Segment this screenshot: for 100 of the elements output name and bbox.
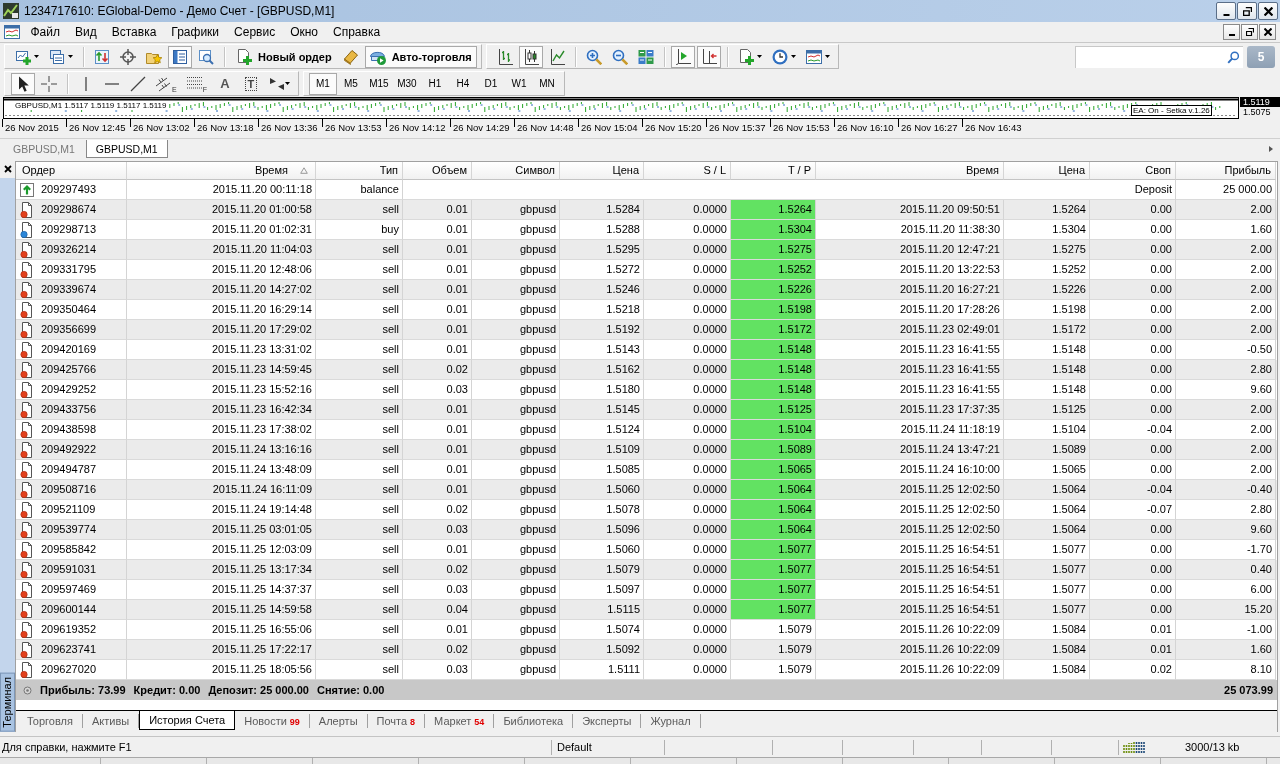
axis-play-icon [674, 48, 691, 65]
menu-item[interactable]: Вставка [104, 24, 164, 40]
menu-item[interactable]: Графики [163, 24, 227, 40]
tab[interactable]: Маркет 54 [425, 714, 495, 728]
column-header[interactable]: Время [127, 162, 316, 180]
table-cell: 1.5226 [731, 280, 816, 300]
diagonal-line-icon [130, 75, 146, 92]
panel-label[interactable]: Терминал [0, 673, 15, 732]
timeframe-button[interactable]: W1 [504, 72, 533, 95]
tab[interactable]: Алерты [309, 714, 368, 728]
table-cell-text: 209339674 [41, 282, 97, 297]
toolbar-button[interactable] [518, 45, 543, 68]
column-header[interactable]: Прибыль [1176, 162, 1276, 180]
table-row[interactable]: 209298674 2015.11.20 01:00:58 sell 0.01 gbpusd 1.5284 0.0000 1.5264 2015.11.20 09:50:51 1.5264 0.00 2.00 [16, 200, 1277, 220]
hatched-lines-icon [156, 75, 172, 92]
table-cell-text: 209600144 [41, 602, 97, 617]
tool-button[interactable]: A [212, 72, 237, 95]
caret-icon [68, 55, 73, 58]
timeframe-button[interactable]: M30 [392, 72, 421, 95]
table-row[interactable]: 209326214 2015.11.20 11:04:03 sell 0.01 gbpusd 1.5295 0.0000 1.5275 2015.11.20 12:47:21 1.5275 0.00 2.00 [16, 240, 1277, 260]
timeframe-button[interactable]: H4 [448, 72, 477, 95]
restore-button[interactable] [1241, 24, 1258, 40]
column-header[interactable]: Цена [560, 162, 644, 180]
column-header[interactable]: Своп [1090, 162, 1176, 180]
table-row[interactable]: 209425766 2015.11.23 14:59:45 sell 0.02 gbpusd 1.5162 0.0000 1.5148 2015.11.23 16:41:55 1.5148 0.00 2.80 [16, 360, 1277, 380]
signal-bars-icon [1123, 741, 1147, 753]
menu-item[interactable]: Вид [67, 24, 105, 40]
tab[interactable]: Торговля [18, 714, 83, 728]
restore-icon [1245, 28, 1254, 36]
tool-button[interactable]: T [238, 72, 263, 95]
menu-item[interactable]: Файл [23, 24, 68, 40]
table-row[interactable]: 209623741 2015.11.25 17:22:17 sell 0.02 gbpusd 1.5092 0.0000 1.5079 2015.11.26 10:22:09 1.5084 0.01 1.60 [16, 640, 1277, 660]
table-cell-text: 209591031 [41, 562, 97, 577]
close-button[interactable] [1259, 24, 1276, 40]
chart-window-icon[interactable] [4, 24, 20, 40]
table-cell: 1.5304 [731, 220, 816, 240]
search-field[interactable] [1075, 45, 1243, 68]
tab[interactable]: Эксперты [573, 714, 642, 728]
toolbar-button[interactable] [696, 45, 721, 68]
window-title: 1234717610: EGlobal-Demo - Демо Счет - [GBPUSD,M1] [24, 4, 336, 18]
menu-item[interactable]: Сервис [226, 24, 283, 40]
table-cell: 1.5077 [731, 560, 816, 580]
table-cell: 1.5089 [731, 440, 816, 460]
close-icon[interactable] [4, 165, 12, 173]
tab[interactable]: Почта 8 [367, 714, 426, 728]
timeframe-button[interactable]: M5 [336, 72, 365, 95]
toolbar-button[interactable] [670, 45, 695, 68]
table-row[interactable]: 209627020 2015.11.25 18:05:56 sell 0.03 gbpusd 1.5111 0.0000 1.5079 2015.11.26 10:22:09 1.5084 0.02 8.10 [16, 660, 1277, 680]
column-header[interactable]: Цена [1004, 162, 1090, 180]
timeframe-button[interactable]: MN [532, 72, 561, 95]
toolbar-button[interactable]: Авто-торговля [364, 45, 477, 68]
column-header[interactable]: Тип [316, 162, 403, 180]
table-cell-text: 209298713 [41, 222, 97, 237]
table-cell-text: 209597469 [41, 582, 97, 597]
tool-button[interactable] [11, 72, 35, 95]
document-plus-icon [737, 48, 754, 65]
summary-text: Кредит: 0.00 [133, 684, 201, 696]
tab[interactable]: Библиотека [494, 714, 574, 728]
restore-button[interactable] [1237, 2, 1257, 20]
chart-tab[interactable]: GBPUSD,M1 [4, 140, 84, 158]
table-row[interactable]: 209433756 2015.11.23 16:42:34 sell 0.01 gbpusd 1.5145 0.0000 1.5125 2015.11.23 17:37:35 1.5125 0.00 2.00 [16, 400, 1277, 420]
column-header[interactable]: Символ [472, 162, 560, 180]
column-header[interactable]: Время [816, 162, 1004, 180]
menu-item[interactable]: Справка [325, 24, 388, 40]
timeframe-button[interactable]: H1 [420, 72, 449, 95]
price-label: 1.5075 [1242, 107, 1272, 117]
column-header[interactable]: Объем [403, 162, 472, 180]
menu-item[interactable]: Окно [282, 24, 326, 40]
column-header[interactable]: Ордер [16, 162, 127, 180]
table-row[interactable]: 209600144 2015.11.25 14:59:58 sell 0.04 gbpusd 1.5115 0.0000 1.5077 2015.11.25 16:54:51 1.5077 0.00 15.20 [16, 600, 1277, 620]
table-cell-text: 209433756 [41, 402, 97, 417]
minimize-button[interactable] [1216, 2, 1236, 20]
scroll-arrow-icon[interactable] [1268, 146, 1274, 152]
column-header[interactable]: T / P [731, 162, 816, 180]
search-icon[interactable] [1227, 50, 1240, 64]
caret-icon [34, 55, 39, 58]
toolbar-button[interactable]: Новый ордер [231, 45, 337, 68]
minimize-button[interactable] [1223, 24, 1240, 40]
restore-icon [1242, 6, 1252, 16]
table-row[interactable]: 209356699 2015.11.20 17:29:02 sell 0.01 gbpusd 1.5192 0.0000 1.5172 2015.11.23 02:49:01 1.5172 0.00 2.00 [16, 320, 1277, 340]
tab[interactable]: Журнал [641, 714, 701, 728]
timeframe-button[interactable]: M1 [308, 72, 337, 95]
column-header[interactable]: S / L [644, 162, 731, 180]
table-row[interactable]: 209539774 2015.11.25 03:01:05 sell 0.03 gbpusd 1.5096 0.0000 1.5064 2015.11.25 12:02:50 1.5064 0.00 9.60 [16, 520, 1277, 540]
table-row[interactable]: 209492922 2015.11.24 13:16:16 sell 0.01 gbpusd 1.5109 0.0000 1.5089 2015.11.24 13:47:21 1.5089 0.00 2.00 [16, 440, 1277, 460]
summary-text: Снятие: 0.00 [317, 684, 385, 696]
timeframe-button[interactable]: M15 [364, 72, 393, 95]
app-logo-icon [3, 3, 19, 19]
close-button[interactable] [1258, 2, 1278, 20]
table-cell-text: 209429252 [41, 382, 97, 397]
tab[interactable]: Новости 99 [235, 714, 310, 728]
tab[interactable]: История Счета [139, 711, 236, 730]
table-row[interactable]: 209591031 2015.11.25 13:17:34 sell 0.02 gbpusd 1.5079 0.0000 1.5077 2015.11.25 16:54:51 1.5077 0.00 0.40 [16, 560, 1277, 580]
chart-tab[interactable]: GBPUSD,M1 [85, 140, 168, 158]
timeframe-button[interactable]: D1 [476, 72, 505, 95]
table-cell: 1.5148 [731, 380, 816, 400]
table-row[interactable]: 209508716 2015.11.24 16:11:09 sell 0.01 gbpusd 1.5060 0.0000 1.5064 2015.11.25 12:02:50 1.5064 -0.04 -0.40 [16, 480, 1277, 500]
toolbar-button[interactable] [168, 45, 192, 68]
tiles-icon [637, 48, 654, 65]
table-row[interactable]: 209339674 2015.11.20 14:27:02 sell 0.01 gbpusd 1.5246 0.0000 1.5226 2015.11.20 16:27:21 1.5226 0.00 2.00 [16, 280, 1277, 300]
